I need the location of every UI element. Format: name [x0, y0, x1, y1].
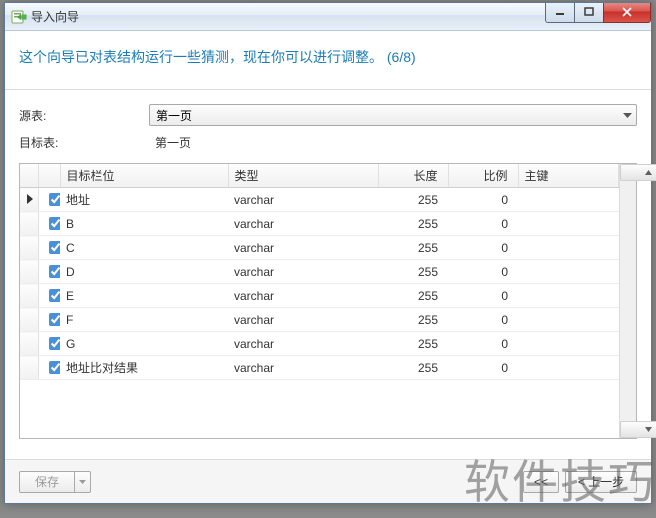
cell-type[interactable]: varchar: [228, 284, 378, 308]
window-controls: [546, 3, 651, 23]
cell-field[interactable]: D: [60, 260, 228, 284]
cell-field[interactable]: 地址比对结果: [60, 356, 228, 380]
save-dropdown-button[interactable]: [75, 471, 91, 493]
grid-header-pk[interactable]: 主键: [518, 164, 619, 188]
vertical-scrollbar[interactable]: [619, 164, 636, 438]
row-include-checkbox[interactable]: [38, 308, 60, 332]
grid-header-scale[interactable]: 比例: [448, 164, 518, 188]
cell-type[interactable]: varchar: [228, 332, 378, 356]
cell-pk[interactable]: [518, 188, 619, 212]
cell-field[interactable]: 地址: [60, 188, 228, 212]
table-row[interactable]: Dvarchar2550: [20, 260, 619, 284]
cell-field[interactable]: B: [60, 212, 228, 236]
row-marker: [20, 308, 38, 332]
chevron-down-icon: [623, 108, 632, 122]
cell-pk[interactable]: [518, 236, 619, 260]
titlebar[interactable]: 导入向导: [5, 3, 651, 31]
cell-type[interactable]: varchar: [228, 236, 378, 260]
cell-type[interactable]: varchar: [228, 260, 378, 284]
cell-pk[interactable]: [518, 284, 619, 308]
table-row[interactable]: Cvarchar2550: [20, 236, 619, 260]
cell-scale[interactable]: 0: [448, 284, 518, 308]
row-marker: [20, 236, 38, 260]
cell-length[interactable]: 255: [378, 236, 448, 260]
cell-pk[interactable]: [518, 308, 619, 332]
cell-field[interactable]: C: [60, 236, 228, 260]
row-include-checkbox[interactable]: [38, 356, 60, 380]
row-marker: [20, 212, 38, 236]
row-marker: [20, 332, 38, 356]
source-table-label: 源表:: [19, 107, 149, 124]
row-include-checkbox[interactable]: [38, 236, 60, 260]
cell-field[interactable]: E: [60, 284, 228, 308]
row-marker: [20, 260, 38, 284]
cell-scale[interactable]: 0: [448, 356, 518, 380]
cell-length[interactable]: 255: [378, 212, 448, 236]
grid-header-marker: [20, 164, 38, 188]
row-marker: [20, 284, 38, 308]
table-row[interactable]: Fvarchar2550: [20, 308, 619, 332]
target-table-value: 第一页: [149, 134, 191, 151]
cell-length[interactable]: 255: [378, 332, 448, 356]
row-marker: [20, 356, 38, 380]
save-button[interactable]: 保存: [19, 471, 75, 493]
row-include-checkbox[interactable]: [38, 212, 60, 236]
scroll-down-button[interactable]: [620, 421, 656, 438]
cell-length[interactable]: 255: [378, 308, 448, 332]
cell-length[interactable]: 255: [378, 188, 448, 212]
cell-pk[interactable]: [518, 356, 619, 380]
row-marker: [20, 188, 38, 212]
maximize-button[interactable]: [574, 3, 604, 23]
cell-pk[interactable]: [518, 260, 619, 284]
field-mapping-grid: 目标栏位 类型 长度 比例 主键 地址varchar2550Bvarchar25…: [19, 163, 637, 439]
wizard-header: 这个向导已对表结构运行一些猜测，现在你可以进行调整。 (6/8): [5, 31, 651, 90]
cell-scale[interactable]: 0: [448, 332, 518, 356]
scroll-up-button[interactable]: [620, 164, 656, 181]
import-wizard-icon: [11, 9, 27, 25]
cell-length[interactable]: 255: [378, 260, 448, 284]
grid-header-type[interactable]: 类型: [228, 164, 378, 188]
table-row[interactable]: 地址比对结果varchar2550: [20, 356, 619, 380]
cell-type[interactable]: varchar: [228, 308, 378, 332]
grid-header-length[interactable]: 长度: [378, 164, 448, 188]
close-button[interactable]: [603, 3, 651, 23]
wizard-footer: 保存 << < 上一步: [5, 459, 651, 503]
previous-step-button[interactable]: < 上一步: [565, 471, 637, 493]
first-step-button[interactable]: <<: [523, 471, 559, 493]
cell-field[interactable]: G: [60, 332, 228, 356]
row-include-checkbox[interactable]: [38, 332, 60, 356]
wizard-step-message: 这个向导已对表结构运行一些猜测，现在你可以进行调整。 (6/8): [19, 49, 416, 65]
cell-pk[interactable]: [518, 332, 619, 356]
source-table-select[interactable]: 第一页: [149, 104, 637, 126]
row-include-checkbox[interactable]: [38, 284, 60, 308]
cell-type[interactable]: varchar: [228, 212, 378, 236]
target-table-label: 目标表:: [19, 134, 149, 151]
table-row[interactable]: Bvarchar2550: [20, 212, 619, 236]
cell-pk[interactable]: [518, 212, 619, 236]
cell-type[interactable]: varchar: [228, 188, 378, 212]
table-row[interactable]: Gvarchar2550: [20, 332, 619, 356]
cell-scale[interactable]: 0: [448, 212, 518, 236]
row-include-checkbox[interactable]: [38, 260, 60, 284]
row-include-checkbox[interactable]: [38, 188, 60, 212]
chevron-down-icon: [79, 480, 86, 484]
grid-header-row: 目标栏位 类型 长度 比例 主键: [20, 164, 619, 188]
cell-scale[interactable]: 0: [448, 308, 518, 332]
cell-length[interactable]: 255: [378, 284, 448, 308]
cell-scale[interactable]: 0: [448, 260, 518, 284]
cell-scale[interactable]: 0: [448, 236, 518, 260]
cell-type[interactable]: varchar: [228, 356, 378, 380]
source-table-value: 第一页: [156, 107, 192, 124]
grid-header-field[interactable]: 目标栏位: [60, 164, 228, 188]
cell-length[interactable]: 255: [378, 356, 448, 380]
minimize-button[interactable]: [545, 3, 575, 23]
cell-scale[interactable]: 0: [448, 188, 518, 212]
table-row[interactable]: Evarchar2550: [20, 284, 619, 308]
form-area: 源表: 第一页 目标表: 第一页: [5, 90, 651, 163]
import-wizard-window: 导入向导 这个向导已对表结构运行一些猜测，现在你可以进行调整。 (6/8) 源表…: [4, 2, 652, 504]
grid-header-check: [38, 164, 60, 188]
table-row[interactable]: 地址varchar2550: [20, 188, 619, 212]
window-title: 导入向导: [31, 8, 79, 25]
cell-field[interactable]: F: [60, 308, 228, 332]
